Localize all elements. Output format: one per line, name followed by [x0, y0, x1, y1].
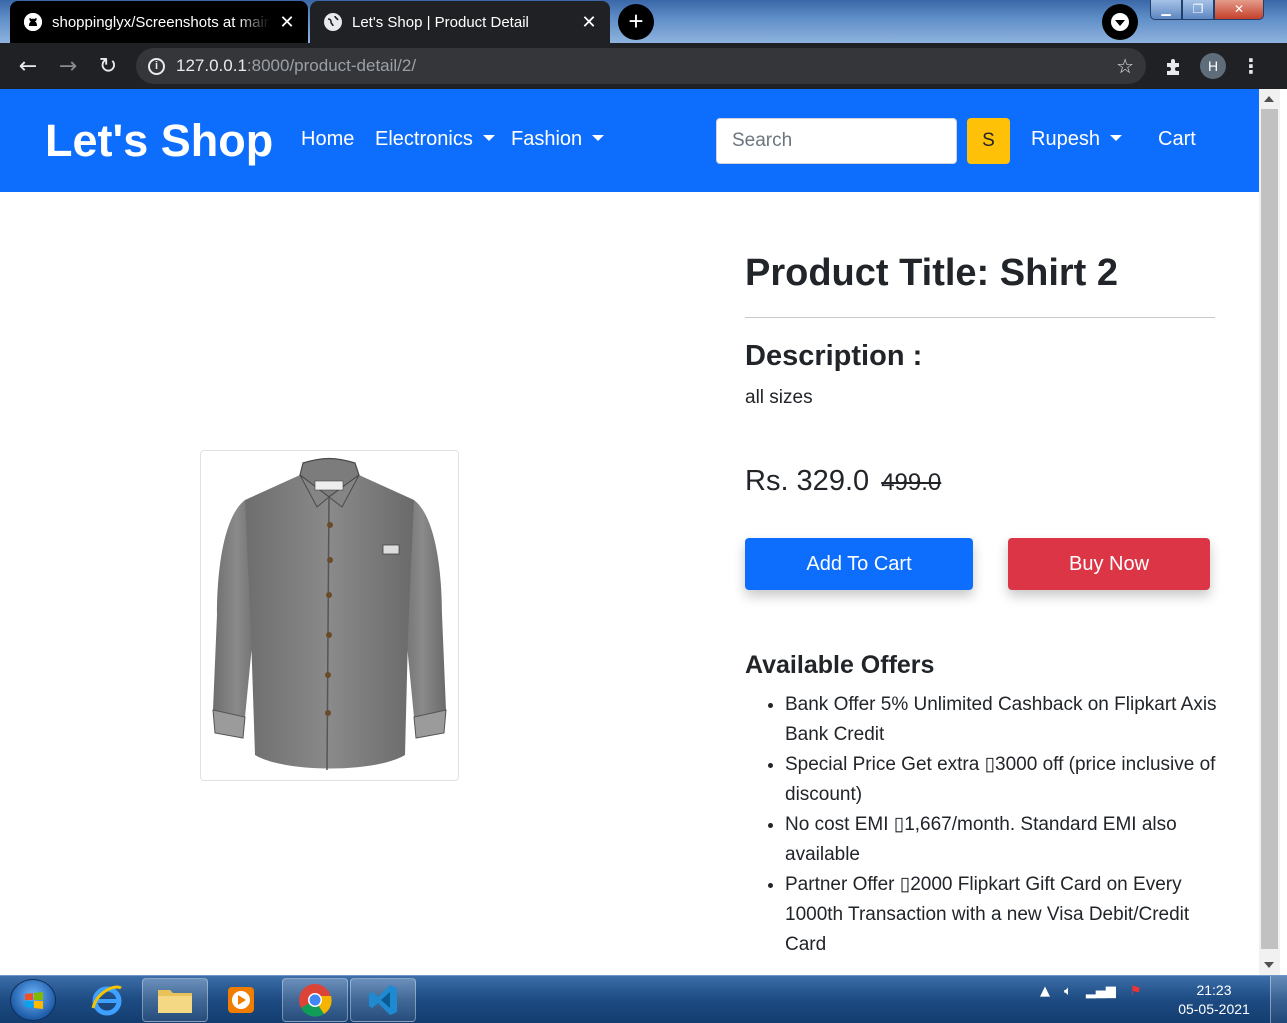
site-navbar: Let's Shop Home Electronics Fashion S Ru…: [0, 89, 1259, 192]
network-icon[interactable]: ▂▄▆: [1086, 984, 1116, 999]
action-center-icon[interactable]: ⚑: [1130, 984, 1142, 999]
show-hidden-icons-icon[interactable]: ▲: [1040, 984, 1050, 999]
scroll-up-icon[interactable]: [1264, 96, 1274, 102]
nav-cart[interactable]: Cart: [1158, 128, 1196, 151]
description-heading: Description :: [745, 340, 923, 372]
clock-date: 05-05-2021: [1178, 1001, 1250, 1017]
url-host: 127.0.0.1: [176, 56, 247, 75]
tab-search-button[interactable]: [1102, 4, 1138, 40]
start-button[interactable]: [10, 979, 56, 1021]
tab-title: shoppinglyx/Screenshots at main: [52, 13, 270, 31]
nav-electronics-dropdown[interactable]: Electronics: [375, 128, 495, 151]
nav-home[interactable]: Home: [301, 128, 354, 151]
original-price: 499.0: [881, 469, 942, 496]
url-path: :8000/product-detail/2/: [246, 56, 417, 75]
browser-tab-strip: shoppinglyx/Screenshots at main ✕ Let's …: [0, 0, 1287, 43]
reload-icon[interactable]: ↻: [88, 46, 128, 86]
chevron-down-icon: [1111, 13, 1129, 31]
github-icon: [24, 13, 42, 31]
more-menu-icon[interactable]: ⋮: [1236, 54, 1266, 78]
user-name: Rupesh: [1031, 128, 1100, 150]
page-viewport: Let's Shop Home Electronics Fashion S Ru…: [0, 89, 1259, 975]
search-button[interactable]: S: [967, 118, 1010, 164]
nav-fashion-dropdown[interactable]: Fashion: [511, 128, 604, 151]
title-divider: [745, 317, 1215, 318]
restore-icon[interactable]: ❐: [1182, 0, 1214, 20]
new-tab-button[interactable]: +: [618, 4, 654, 40]
windows-taskbar: ▲ 🔈︎ ▂▄▆ ⚑ 21:23 05-05-2021: [0, 975, 1287, 1023]
offer-item: Special Price Get extra ▯3000 off (price…: [785, 750, 1225, 810]
tab-title: Let's Shop | Product Detail: [352, 13, 529, 31]
product-title: Product Title: Shirt 2: [745, 252, 1119, 294]
windows-logo-icon: [25, 992, 43, 1009]
bookmark-star-icon[interactable]: ☆: [1116, 54, 1134, 79]
search-input[interactable]: [716, 118, 957, 164]
scroll-thumb[interactable]: [1261, 109, 1278, 949]
info-icon[interactable]: i: [148, 57, 165, 75]
internet-explorer-icon[interactable]: [74, 978, 140, 1022]
scroll-down-icon[interactable]: [1264, 962, 1274, 968]
show-desktop-button[interactable]: [1270, 976, 1287, 1023]
system-tray: ▲ 🔈︎ ▂▄▆ ⚑: [1040, 984, 1141, 999]
vscode-icon[interactable]: [350, 978, 416, 1022]
browser-toolbar: ← → ↻ i 127.0.0.1:8000/product-detail/2/…: [0, 43, 1287, 89]
volume-icon[interactable]: 🔈︎: [1064, 984, 1072, 999]
window-controls: ▁ ❐ ✕: [1150, 0, 1264, 20]
back-icon[interactable]: ←: [8, 46, 48, 86]
product-image: [200, 450, 459, 781]
clock-time: 21:23: [1196, 982, 1232, 998]
forward-icon[interactable]: →: [48, 46, 88, 86]
address-bar[interactable]: i 127.0.0.1:8000/product-detail/2/ ☆: [136, 48, 1146, 84]
media-player-icon[interactable]: [208, 978, 274, 1022]
file-explorer-icon[interactable]: [142, 978, 208, 1022]
profile-avatar[interactable]: H: [1200, 53, 1226, 79]
close-icon[interactable]: ✕: [578, 11, 600, 33]
nav-fashion-label: Fashion: [511, 128, 583, 150]
offers-list: Bank Offer 5% Unlimited Cashback on Flip…: [785, 690, 1225, 960]
page-scrollbar[interactable]: [1259, 89, 1280, 975]
offer-item: Bank Offer 5% Unlimited Cashback on Flip…: [785, 690, 1225, 750]
close-window-icon[interactable]: ✕: [1214, 0, 1264, 20]
price-block: Rs. 329.0 499.0: [745, 465, 941, 498]
nav-electronics-label: Electronics: [375, 128, 473, 150]
offer-item: No cost EMI ▯1,667/month. Standard EMI a…: [785, 810, 1225, 870]
shirt-image: [212, 457, 447, 771]
minimize-icon[interactable]: ▁: [1150, 0, 1182, 20]
chrome-icon[interactable]: [282, 978, 348, 1022]
description-text: all sizes: [745, 387, 813, 408]
brand-logo[interactable]: Let's Shop: [45, 115, 273, 167]
close-icon[interactable]: ✕: [276, 11, 298, 33]
tab-github[interactable]: shoppinglyx/Screenshots at main ✕: [10, 1, 308, 43]
extensions-puzzle-icon[interactable]: [1154, 46, 1194, 86]
add-to-cart-button[interactable]: Add To Cart: [745, 538, 973, 590]
buy-now-button[interactable]: Buy Now: [1008, 538, 1210, 590]
offers-heading: Available Offers: [745, 651, 935, 679]
taskbar-clock[interactable]: 21:23 05-05-2021: [1168, 981, 1260, 1019]
screen: shoppinglyx/Screenshots at main ✕ Let's …: [0, 0, 1287, 1023]
globe-icon: [324, 13, 342, 31]
offer-item: Partner Offer ▯2000 Flipkart Gift Card o…: [785, 870, 1225, 960]
current-price: Rs. 329.0: [745, 465, 870, 497]
tab-product-detail[interactable]: Let's Shop | Product Detail ✕: [310, 1, 610, 43]
user-dropdown[interactable]: Rupesh: [1031, 128, 1122, 151]
